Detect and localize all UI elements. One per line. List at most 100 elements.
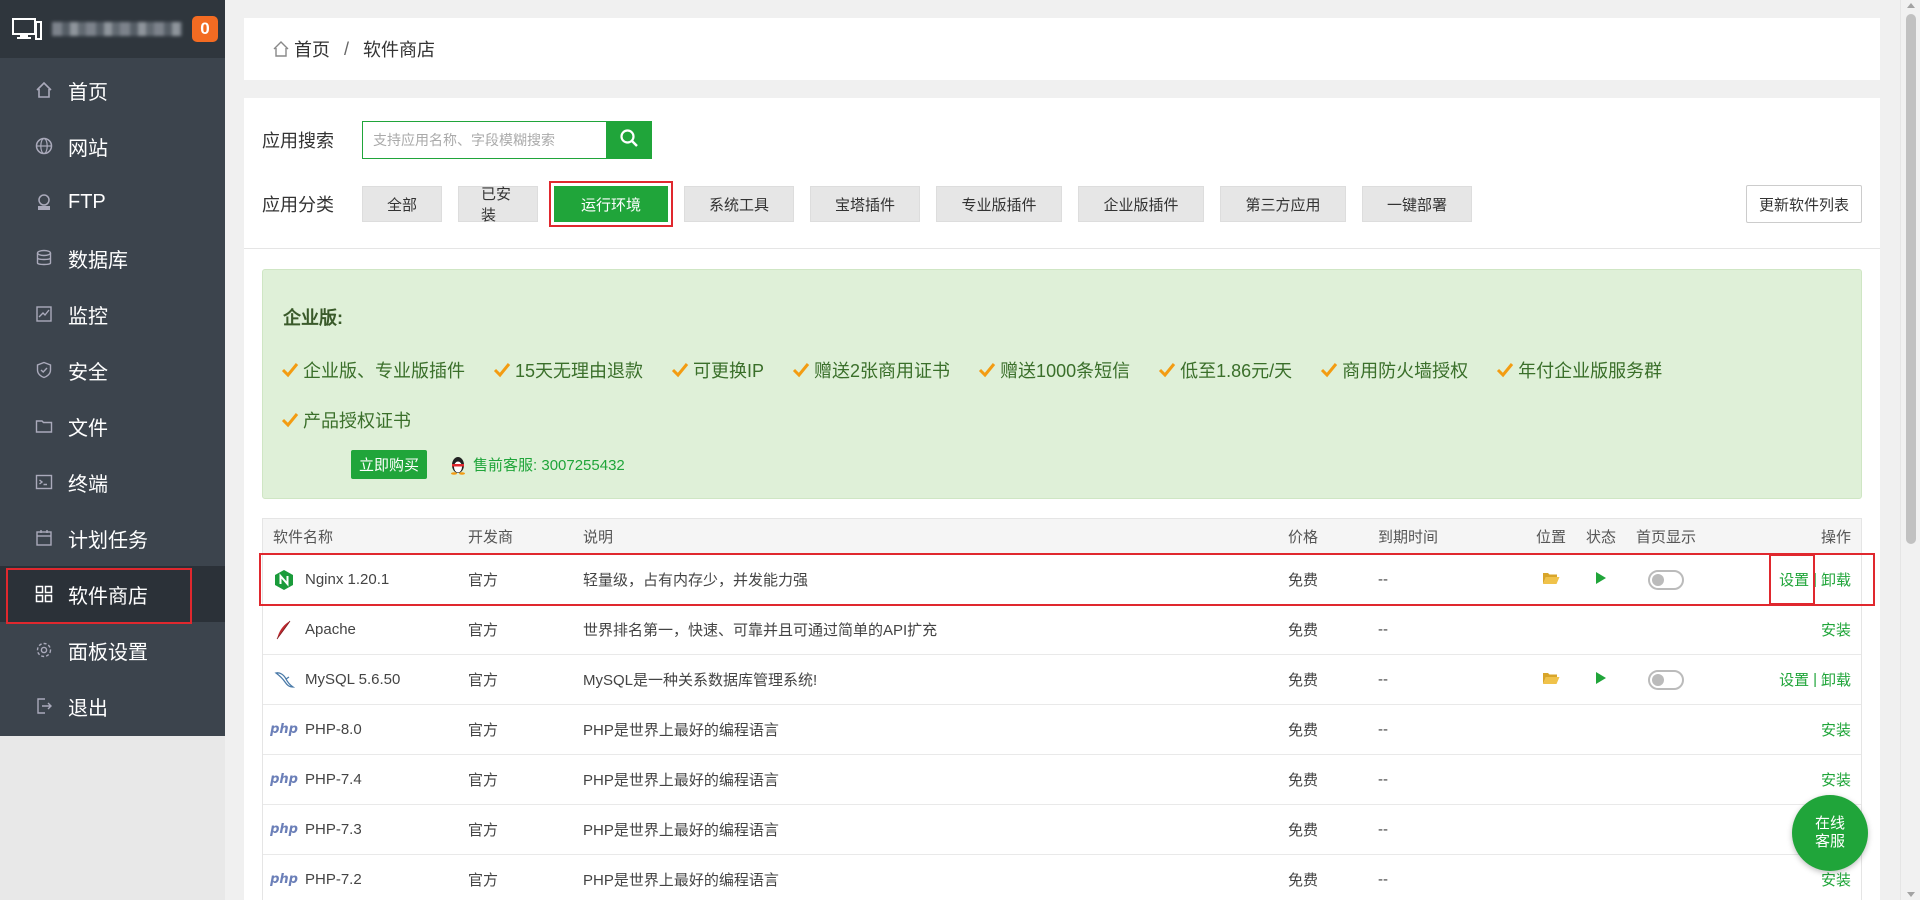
category-enterprise-plugins[interactable]: 企业版插件 <box>1078 186 1204 222</box>
price: 免费 <box>1288 622 1319 639</box>
mysql-dolphin-icon <box>273 669 295 691</box>
table-row: MySQL 5.6.50 官方 MySQL是一种关系数据库管理系统! 免费 --… <box>263 655 1861 705</box>
check-icon <box>978 362 996 378</box>
scroll-up-arrow-icon[interactable] <box>1907 3 1915 8</box>
scroll-down-arrow-icon[interactable] <box>1907 892 1915 897</box>
presales-support-text: 售前客服: 3007255432 <box>473 457 625 474</box>
header-location: 位置 <box>1535 529 1566 546</box>
search-icon <box>619 128 639 153</box>
category-system-tools[interactable]: 系统工具 <box>684 186 794 222</box>
table-row: php PHP-7.3 官方 PHP是世界上最好的编程语言 免费 -- 安装 <box>263 805 1861 855</box>
sidebar-item-label: 安全 <box>68 361 108 384</box>
software-name: Nginx 1.20.1 <box>305 571 390 588</box>
install-link[interactable]: 安装 <box>1821 869 1851 890</box>
globe-icon <box>34 136 54 156</box>
sidebar-item-ftp[interactable]: FTP <box>0 174 225 230</box>
promo-feature: 可更换IP <box>671 350 764 390</box>
search-input[interactable] <box>363 122 606 158</box>
sidebar-item-files[interactable]: 文件 <box>0 398 225 454</box>
check-icon <box>281 412 299 428</box>
table-row: php PHP-7.2 官方 PHP是世界上最好的编程语言 免费 -- 安装 <box>263 855 1861 900</box>
refresh-software-list-button[interactable]: 更新软件列表 <box>1745 185 1862 223</box>
search-button[interactable] <box>606 121 652 159</box>
developer: 官方 <box>468 622 499 639</box>
search-label: 应用搜索 <box>262 131 334 151</box>
settings-link[interactable]: 设置 <box>1779 669 1809 690</box>
promo-title: 企业版: <box>283 308 343 328</box>
category-installed[interactable]: 已安装 <box>458 186 538 224</box>
category-third-party[interactable]: 第三方应用 <box>1220 186 1346 222</box>
operations-cell: 设置 | 卸载 <box>1706 669 1861 690</box>
price: 免费 <box>1288 722 1319 739</box>
folder-open-icon[interactable] <box>1542 670 1560 690</box>
settings-link[interactable]: 设置 <box>1769 554 1816 605</box>
sidebar-item-security[interactable]: 安全 <box>0 342 225 398</box>
category-bt-plugins[interactable]: 宝塔插件 <box>810 186 920 222</box>
uninstall-link[interactable]: 卸载 <box>1821 669 1851 690</box>
sidebar-item-website[interactable]: 网站 <box>0 118 225 174</box>
sidebar-item-label: 退出 <box>68 697 108 720</box>
sidebar-item-terminal[interactable]: 终端 <box>0 454 225 510</box>
apache-feather-icon <box>273 619 295 641</box>
online-support-button[interactable]: 在线 客服 <box>1792 795 1868 871</box>
breadcrumb-home[interactable]: 首页 <box>294 36 330 62</box>
price: 免费 <box>1288 822 1319 839</box>
buy-now-button[interactable]: 立即购买 <box>351 450 428 479</box>
header-name[interactable]: 软件名称 <box>263 526 468 547</box>
sidebar-item-software-store[interactable]: 软件商店 <box>0 566 225 624</box>
home-outline-icon <box>272 40 290 58</box>
promo-feature: 赠送1000条短信 <box>978 350 1130 390</box>
software-name-cell: php PHP-7.3 <box>263 819 468 841</box>
description: PHP是世界上最好的编程语言 <box>583 872 779 889</box>
expire-time: -- <box>1378 771 1388 788</box>
sidebar-item-logout[interactable]: 退出 <box>0 678 225 734</box>
install-link[interactable]: 安装 <box>1821 769 1851 790</box>
page-scrollbar[interactable] <box>1900 0 1920 900</box>
home-display-toggle[interactable] <box>1648 569 1684 590</box>
server-name-blurred <box>52 22 182 36</box>
category-all[interactable]: 全部 <box>362 186 442 222</box>
category-one-click-deploy[interactable]: 一键部署 <box>1362 186 1472 222</box>
check-icon <box>1496 362 1514 378</box>
gear-icon <box>34 640 54 660</box>
home-icon <box>34 80 54 100</box>
developer: 官方 <box>468 822 499 839</box>
home-display-cell <box>1626 669 1706 690</box>
sidebar-item-monitor[interactable]: 监控 <box>0 286 225 342</box>
home-display-toggle[interactable] <box>1648 669 1684 690</box>
software-name-cell: Nginx 1.20.1 <box>263 569 468 591</box>
scroll-thumb[interactable] <box>1906 14 1916 544</box>
check-icon <box>671 362 689 378</box>
operations-cell: 安装 <box>1706 719 1861 740</box>
sidebar-item-label: 首页 <box>68 81 108 104</box>
notification-badge[interactable]: 0 <box>192 16 218 42</box>
op-separator: | <box>1813 671 1817 688</box>
category-runtime[interactable]: 运行环境 <box>549 181 673 227</box>
sidebar-item-label: 文件 <box>68 417 108 440</box>
developer: 官方 <box>468 672 499 689</box>
operations-cell: 设置 | 卸载 <box>1706 554 1861 605</box>
promo-features: 企业版、专业版插件 15天无理由退款 可更换IP 赠送2张商用证书 赠送1000… <box>281 350 1821 450</box>
sidebar-item-database[interactable]: 数据库 <box>0 230 225 286</box>
price: 免费 <box>1288 672 1319 689</box>
sidebar-item-label: 终端 <box>68 473 108 496</box>
header-developer: 开发商 <box>468 529 514 546</box>
expire-time: -- <box>1378 871 1388 888</box>
uninstall-link[interactable]: 卸载 <box>1821 569 1851 590</box>
sidebar-item-cron[interactable]: 计划任务 <box>0 510 225 566</box>
sidebar-item-home[interactable]: 首页 <box>0 62 225 118</box>
main-content: 首页 / 软件商店 应用搜索 应用分类 全部 已安装 运行环境 系统工具 宝塔插… <box>244 18 1880 900</box>
breadcrumb-current: 软件商店 <box>363 40 436 60</box>
category-pro-plugins[interactable]: 专业版插件 <box>936 186 1062 222</box>
presales-support[interactable]: 售前客服: 3007255432 <box>449 454 625 475</box>
divider <box>244 248 1880 249</box>
sidebar-item-label: FTP <box>68 190 106 213</box>
play-icon[interactable] <box>1595 571 1607 589</box>
folder-open-icon[interactable] <box>1542 570 1560 590</box>
install-link[interactable]: 安装 <box>1821 619 1851 640</box>
install-link[interactable]: 安装 <box>1821 719 1851 740</box>
sidebar-item-panel-settings[interactable]: 面板设置 <box>0 622 225 678</box>
play-icon[interactable] <box>1595 671 1607 689</box>
header-price[interactable]: 价格 <box>1288 526 1378 547</box>
grid-icon <box>34 584 54 604</box>
